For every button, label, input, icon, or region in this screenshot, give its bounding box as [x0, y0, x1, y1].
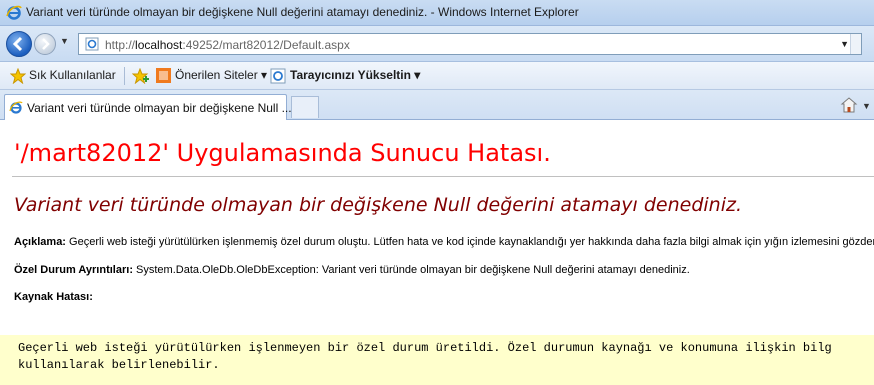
new-tab-button[interactable] [291, 96, 319, 118]
recent-pages-dropdown-icon[interactable]: ▼ [60, 36, 74, 52]
back-button[interactable] [6, 31, 32, 57]
favorites-bar: Sık Kullanılanlar Önerilen Siteler ▾ Tar… [0, 62, 874, 90]
description-line: Açıklama: Geçerli web isteği yürütülürke… [14, 236, 874, 248]
divider [12, 176, 874, 177]
exception-text: System.Data.OleDb.OleDbException: Varian… [132, 264, 690, 276]
error-message: Variant veri türünde olmayan bir değişke… [14, 194, 743, 216]
exception-label: Özel Durum Ayrıntıları: [14, 264, 133, 276]
home-icon[interactable] [840, 96, 858, 114]
address-dropdown-icon[interactable]: ▼ [840, 39, 849, 49]
page-icon [85, 37, 99, 51]
favorites-star-icon [10, 68, 26, 84]
code-line-2: kullanılarak belirlenebilir. [18, 358, 220, 372]
window-title: Variant veri türünde olmayan bir değişke… [26, 5, 579, 19]
description-label: Açıklama: [14, 236, 66, 248]
url-host: localhost [135, 38, 183, 52]
tab-strip: Variant veri türünde olmayan bir değişke… [0, 90, 874, 120]
source-code-text: Geçerli web isteği yürütülürken işlenmey… [18, 340, 832, 374]
arrow-left-icon [12, 36, 23, 52]
address-field[interactable]: http://localhost:49252/mart82012/Default… [78, 33, 862, 55]
tab-label: Variant veri türünde olmayan bir değişke… [27, 101, 292, 115]
url-rest: :49252/mart82012/Default.aspx [182, 38, 350, 52]
internet-explorer-icon [270, 68, 286, 84]
source-error-line: Kaynak Hatası: [14, 291, 93, 303]
favorites-button[interactable]: Sık Kullanılanlar [29, 68, 116, 82]
source-code-box: Geçerli web isteği yürütülürken işlenmey… [0, 335, 874, 385]
suggested-sites-icon [156, 68, 171, 83]
page-content: '/mart82012' Uygulamasında Sunucu Hatası… [0, 121, 874, 385]
separator [124, 67, 125, 85]
url-text: http://localhost:49252/mart82012/Default… [105, 38, 350, 52]
chevron-down-icon[interactable]: ▼ [862, 101, 871, 111]
add-favorites-icon[interactable] [132, 68, 150, 84]
window-title-bar: Variant veri türünde olmayan bir değişke… [0, 0, 874, 26]
code-line-1: Geçerli web isteği yürütülürken işlenmey… [18, 341, 832, 355]
forward-button[interactable] [34, 33, 56, 55]
suggested-sites-button[interactable]: Önerilen Siteler ▾ [175, 68, 267, 82]
page-title: '/mart82012' Uygulamasında Sunucu Hatası… [14, 139, 551, 167]
tab-active[interactable]: Variant veri türünde olmayan bir değişke… [4, 94, 292, 120]
internet-explorer-icon [9, 101, 23, 114]
url-prefix: http:// [105, 38, 136, 52]
internet-explorer-icon [6, 5, 22, 20]
arrow-right-icon [42, 38, 50, 50]
upgrade-browser-button[interactable]: Tarayıcınızı Yükseltin ▾ [290, 68, 420, 82]
exception-details-line: Özel Durum Ayrıntıları: System.Data.OleD… [14, 264, 690, 276]
source-error-label: Kaynak Hatası: [14, 291, 93, 303]
refresh-button[interactable] [850, 34, 861, 54]
navigation-bar: ▼ http://localhost:49252/mart82012/Defau… [0, 26, 874, 62]
description-text: Geçerli web isteği yürütülürken işlenmem… [65, 236, 874, 248]
